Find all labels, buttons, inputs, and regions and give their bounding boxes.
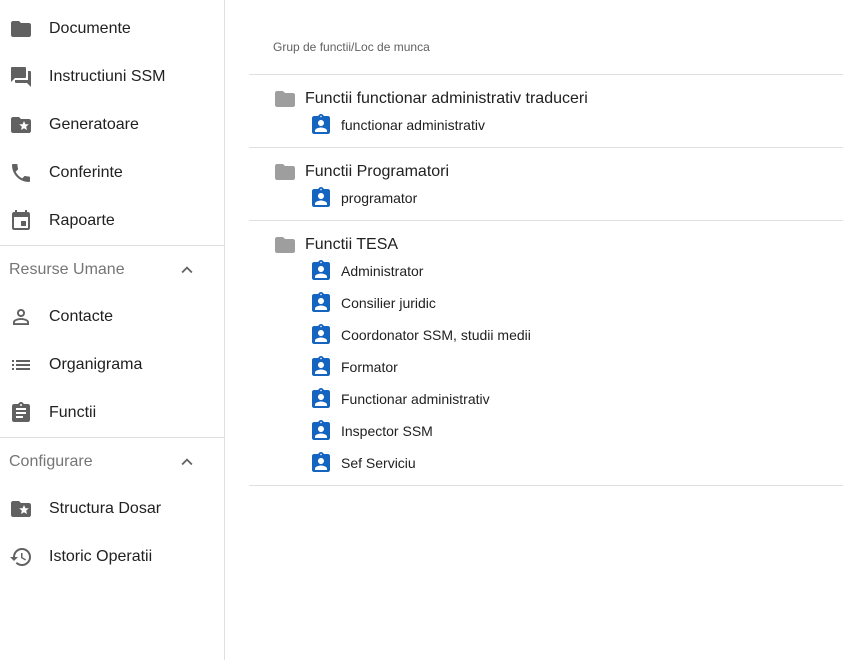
function-item[interactable]: Sef Serviciu: [249, 447, 843, 479]
sidebar-item-istoric-operatii[interactable]: Istoric Operatii: [0, 533, 224, 581]
function-name: Coordonator SSM, studii medii: [341, 327, 531, 343]
function-name: Administrator: [341, 263, 424, 279]
sidebar-item-label: Organigrama: [49, 356, 143, 373]
folder-icon: [9, 17, 33, 41]
sidebar-item-label: Instructiuni SSM: [49, 68, 166, 85]
assignment-ind-icon: [309, 419, 333, 443]
sidebar-item-conferinte[interactable]: Conferinte: [0, 149, 224, 197]
calendar-icon: [9, 209, 33, 233]
sidebar-item-label: Functii: [49, 404, 97, 421]
sidebar-item-label: Conferinte: [49, 164, 123, 181]
tree-group: Functii functionar administrativ traduce…: [249, 75, 843, 148]
sidebar-item-instructiuni-ssm[interactable]: Instructiuni SSM: [0, 53, 224, 101]
section-header-configurare[interactable]: Configurare: [0, 438, 224, 485]
function-name: Formator: [341, 359, 398, 375]
assignment-ind-icon: [309, 113, 333, 137]
assignment-ind-icon: [309, 186, 333, 210]
sidebar-item-organigrama[interactable]: Organigrama: [0, 341, 224, 389]
function-name: Consilier juridic: [341, 295, 436, 311]
group-name: Functii TESA: [305, 236, 399, 253]
function-item[interactable]: Inspector SSM: [249, 415, 843, 447]
assignment-ind-icon: [309, 323, 333, 347]
clipboard-icon: [9, 401, 33, 425]
tree-group: Functii Programatori programator: [249, 148, 843, 221]
folder-star-icon: [9, 113, 33, 137]
sidebar: Documente Instructiuni SSM Generatoare C…: [0, 0, 225, 660]
chevron-up-icon: [181, 265, 193, 273]
phone-icon: [9, 161, 33, 185]
sidebar-item-label: Generatoare: [49, 116, 139, 133]
chevron-up-icon: [181, 457, 193, 465]
section-header-resurse-umane[interactable]: Resurse Umane: [0, 246, 224, 293]
function-item[interactable]: Administrator: [249, 255, 843, 287]
function-name: programator: [341, 190, 418, 206]
folder-icon: [273, 233, 297, 257]
sidebar-item-label: Contacte: [49, 308, 114, 325]
function-name: Functionar administrativ: [341, 391, 490, 407]
list-icon: [9, 353, 33, 377]
group-name: Functii Programatori: [305, 163, 450, 180]
sidebar-item-structura-dosar[interactable]: Structura Dosar: [0, 485, 224, 533]
sidebar-item-documente[interactable]: Documente: [0, 5, 224, 53]
section-title: Configurare: [9, 452, 93, 470]
tree-group: Functii TESA Administrator Consilier jurid…: [249, 221, 843, 486]
function-item[interactable]: programator: [249, 182, 843, 214]
sidebar-item-label: Structura Dosar: [49, 500, 162, 517]
assignment-ind-icon: [309, 259, 333, 283]
forum-icon: [9, 65, 33, 89]
function-tree: Functii functionar administrativ traduce…: [249, 74, 843, 486]
section-title: Resurse Umane: [9, 260, 125, 278]
function-name: functionar administrativ: [341, 117, 485, 133]
assignment-ind-icon: [309, 451, 333, 475]
folder-star-icon: [9, 497, 33, 521]
assignment-ind-icon: [309, 291, 333, 315]
function-name: Sef Serviciu: [341, 455, 416, 471]
sidebar-item-functii[interactable]: Functii: [0, 389, 224, 437]
person-icon: [9, 305, 33, 329]
column-header: Grup de functii/Loc de munca: [273, 40, 430, 54]
function-item[interactable]: Coordonator SSM, studii medii: [249, 319, 843, 351]
function-item[interactable]: Functionar administrativ: [249, 383, 843, 415]
main-content: Grup de functii/Loc de munca Functii fun…: [249, 0, 843, 660]
function-name: Inspector SSM: [341, 423, 433, 439]
folder-icon: [273, 87, 297, 111]
function-item[interactable]: Consilier juridic: [249, 287, 843, 319]
assignment-ind-icon: [309, 355, 333, 379]
sidebar-item-label: Istoric Operatii: [49, 548, 153, 565]
sidebar-item-label: Documente: [49, 20, 131, 37]
history-icon: [9, 545, 33, 569]
folder-icon: [273, 160, 297, 184]
function-item[interactable]: functionar administrativ: [249, 109, 843, 141]
function-item[interactable]: Formator: [249, 351, 843, 383]
sidebar-item-rapoarte[interactable]: Rapoarte: [0, 197, 224, 245]
sidebar-item-contacte[interactable]: Contacte: [0, 293, 224, 341]
assignment-ind-icon: [309, 387, 333, 411]
group-name: Functii functionar administrativ traduce…: [305, 90, 588, 107]
sidebar-item-generatoare[interactable]: Generatoare: [0, 101, 224, 149]
sidebar-item-label: Rapoarte: [49, 212, 115, 229]
